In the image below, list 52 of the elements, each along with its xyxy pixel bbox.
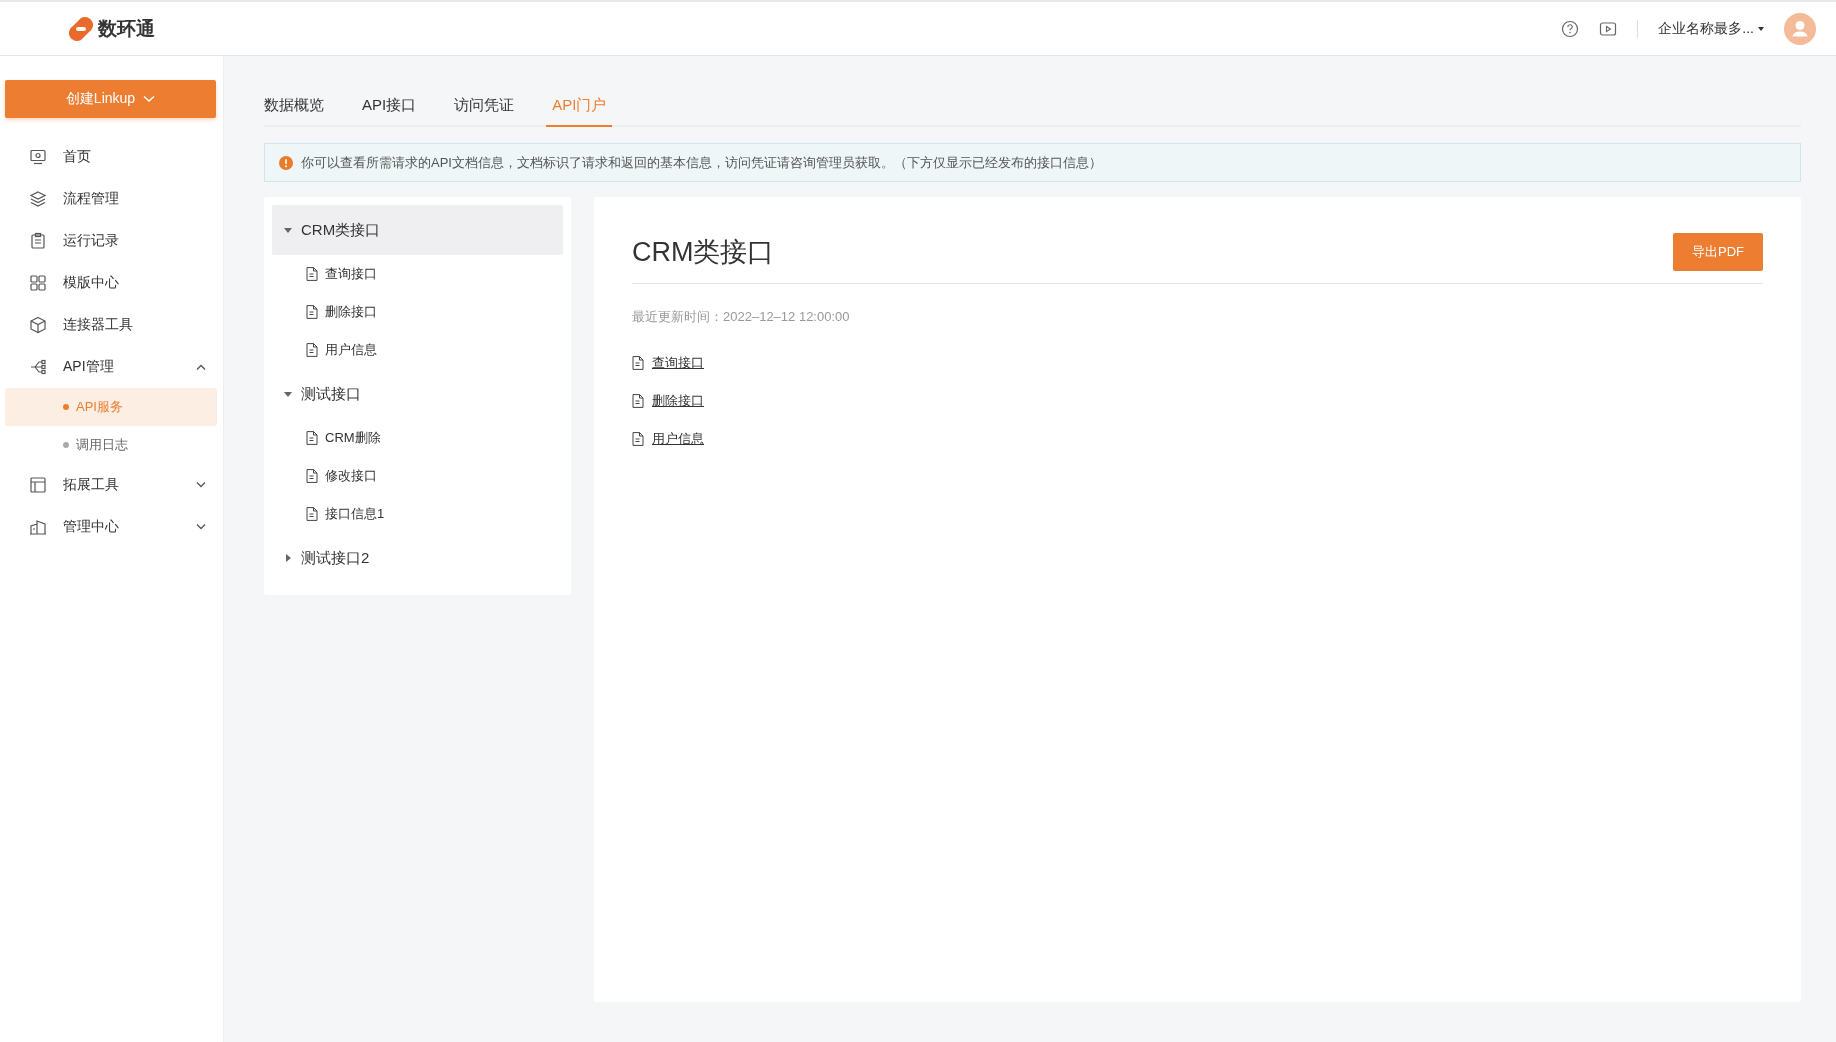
tab[interactable]: 访问凭证 [454, 88, 515, 127]
menu-icon [29, 232, 47, 250]
dropdown-caret-icon [1758, 26, 1764, 31]
sidebar-item[interactable]: 模版中心 [5, 262, 217, 304]
document-icon [632, 356, 644, 370]
chevron-icon [143, 95, 156, 103]
document-icon [306, 431, 318, 445]
tree-leaf[interactable]: 查询接口 [272, 255, 563, 293]
document-icon [306, 267, 318, 281]
video-icon[interactable] [1599, 19, 1618, 38]
document-icon [306, 343, 318, 357]
help-icon[interactable] [1561, 19, 1580, 38]
tab[interactable]: 数据概览 [264, 88, 324, 127]
sidebar-item[interactable]: 首页 [5, 136, 217, 178]
sidebar-subitem[interactable]: 调用日志 [5, 426, 217, 464]
sidebar-item[interactable]: 流程管理 [5, 178, 217, 220]
tree-node[interactable]: CRM类接口 [272, 205, 563, 255]
document-icon [306, 305, 318, 319]
document-icon [306, 469, 318, 483]
tab[interactable]: API接口 [362, 88, 417, 127]
menu-icon [29, 358, 47, 376]
menu-icon [29, 274, 47, 292]
menu-icon [29, 190, 47, 208]
api-link[interactable]: 查询接口 [652, 354, 704, 372]
sidebar-item[interactable]: 连接器工具 [5, 304, 217, 346]
info-text: 你可以查看所需请求的API文档信息，文档标识了请求和返回的基本信息，访问凭证请咨询管理员获取。（下方仅显示已经发布的接口信息） [301, 153, 1102, 172]
tree-leaf[interactable]: 修改接口 [272, 457, 563, 495]
tree-leaf[interactable]: 删除接口 [272, 293, 563, 331]
sidebar-item[interactable]: API管理 [5, 346, 217, 388]
tree-leaf[interactable]: 接口信息1 [272, 495, 563, 533]
api-link[interactable]: 删除接口 [652, 392, 704, 410]
tree-leaf[interactable]: 用户信息 [272, 331, 563, 369]
sidebar-item[interactable]: 运行记录 [5, 220, 217, 262]
api-link[interactable]: 用户信息 [652, 430, 704, 448]
tree-node[interactable]: 测试接口2 [272, 533, 563, 583]
warning-icon [279, 155, 293, 170]
document-title: CRM类接口 [632, 236, 775, 269]
document-icon [632, 394, 644, 408]
sidebar-item[interactable]: 管理中心 [5, 506, 217, 548]
sidebar-item[interactable]: 拓展工具 [5, 464, 217, 506]
tree-node[interactable]: 测试接口 [272, 369, 563, 419]
menu-icon [29, 148, 47, 166]
company-dropdown[interactable]: 企业名称最多... [1658, 19, 1754, 38]
document-icon [632, 432, 644, 446]
menu-icon [29, 476, 47, 494]
document-icon [306, 507, 318, 521]
logo-icon [68, 15, 94, 42]
menu-icon [29, 316, 47, 334]
menu-icon [29, 518, 47, 536]
tree-leaf[interactable]: CRM删除 [272, 419, 563, 457]
logo-text: 数环通 [98, 16, 155, 41]
update-time: 最近更新时间：2022–12–12 12:00:00 [632, 308, 851, 326]
